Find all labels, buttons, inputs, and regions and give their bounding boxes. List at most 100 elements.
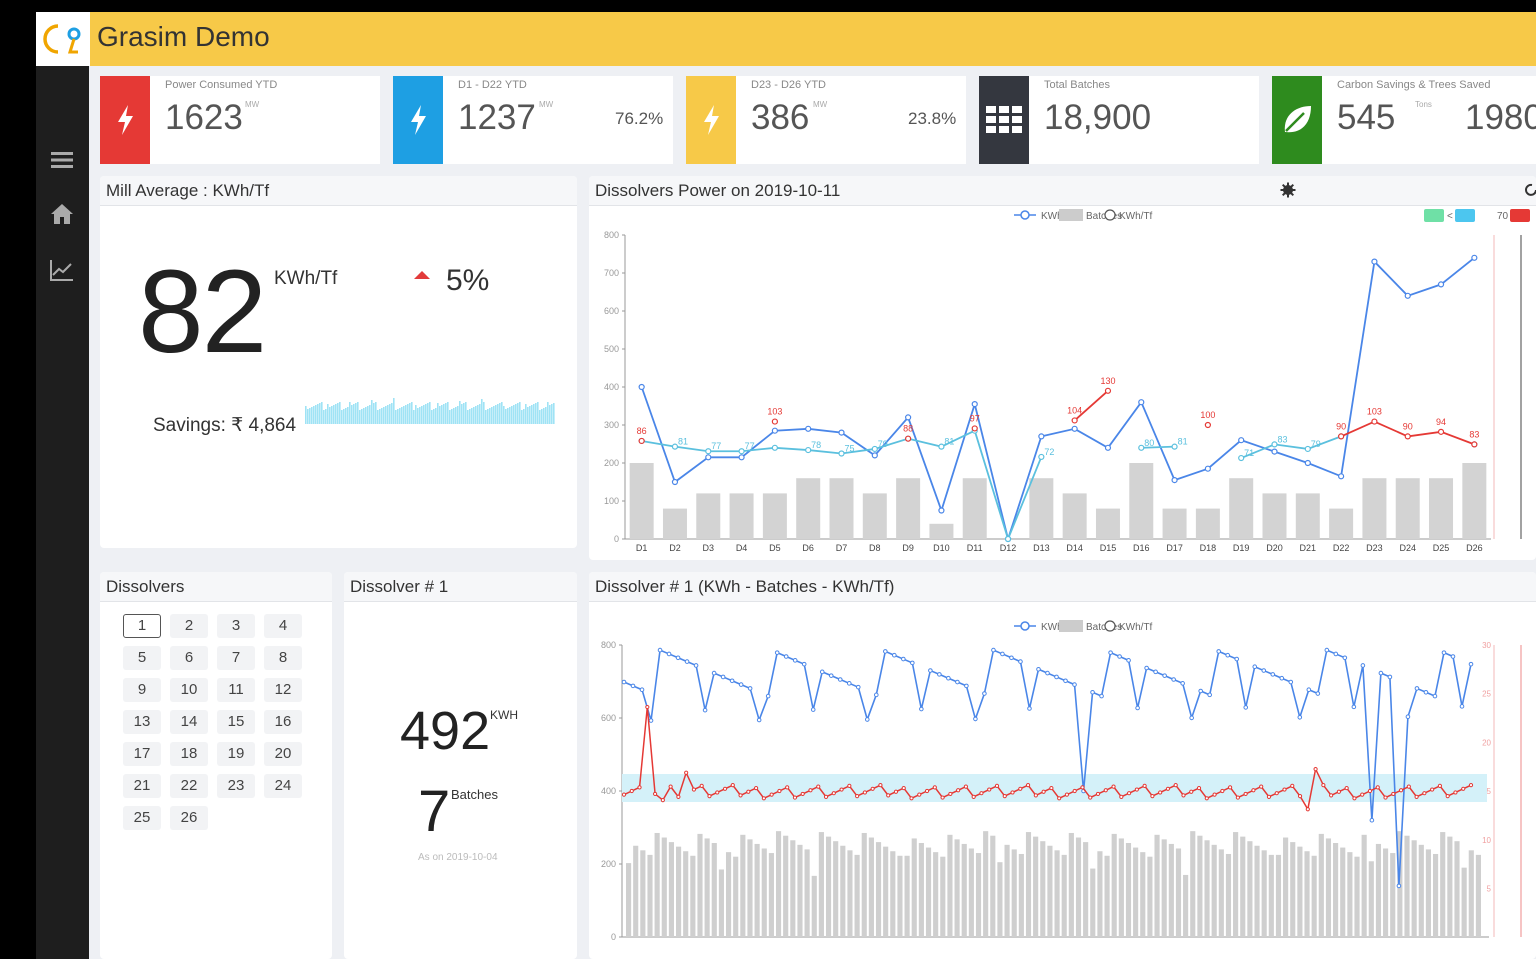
batch-bar <box>1268 854 1274 937</box>
dissolver-button-13[interactable]: 13 <box>123 710 161 734</box>
sparkline-bar <box>463 403 465 424</box>
kwh-point <box>1351 704 1357 710</box>
sparkline-bar <box>345 408 347 424</box>
batch-bar <box>733 856 739 937</box>
dissolver-button-22[interactable]: 22 <box>170 774 208 798</box>
kwhtf-point <box>1181 793 1186 798</box>
x-tick-label: D1 <box>636 543 648 553</box>
kpi-label: D23 - D26 YTD <box>751 79 826 91</box>
dissolver-button-9[interactable]: 9 <box>123 678 161 702</box>
dissolver-button-24[interactable]: 24 <box>264 774 302 798</box>
batch-bar <box>668 842 674 937</box>
kwh-point <box>738 454 745 461</box>
kwhtf-point <box>1329 793 1334 798</box>
sparkline-bar <box>361 409 363 424</box>
sparkline-bar <box>441 405 443 424</box>
kwhtf-point <box>1018 786 1023 791</box>
band-swatch-green <box>1424 209 1444 222</box>
x-tick-label: D25 <box>1433 543 1450 553</box>
batch-bar <box>904 855 910 937</box>
batch-bar <box>896 478 921 539</box>
dissolver-button-6[interactable]: 6 <box>170 646 208 670</box>
dissolver-button-26[interactable]: 26 <box>170 806 208 830</box>
app-window: Grasim Demo Power Consumed YTD 1623 MW D… <box>36 12 1536 959</box>
sparkline-bar <box>323 410 325 424</box>
dissolver-button-8[interactable]: 8 <box>264 646 302 670</box>
kwhtf-point <box>621 792 627 797</box>
settings-gear-icon[interactable] <box>1280 182 1296 198</box>
dissolver-button-11[interactable]: 11 <box>217 678 255 702</box>
dissolver-button-16[interactable]: 16 <box>264 710 302 734</box>
kwhtf-point <box>940 795 945 800</box>
home-icon[interactable] <box>48 200 76 228</box>
dissolver-button-4[interactable]: 4 <box>264 614 302 638</box>
refresh-icon[interactable] <box>1524 182 1536 198</box>
dissolver-button-21[interactable]: 21 <box>123 774 161 798</box>
hamburger-menu-icon[interactable] <box>48 146 76 174</box>
batch-bar <box>629 463 654 539</box>
dissolver-button-25[interactable]: 25 <box>123 806 161 830</box>
kwh-point <box>846 681 852 686</box>
dissolver-button-10[interactable]: 10 <box>170 678 208 702</box>
sparkline-bar <box>363 408 365 424</box>
batch-bar <box>1340 847 1346 937</box>
kwhtf-point <box>987 787 992 792</box>
kwh-point <box>729 678 735 684</box>
mill-average-value: 82 <box>138 246 267 378</box>
mill-average-unit: KWh/Tf <box>274 268 338 289</box>
batch-bar <box>1325 838 1332 937</box>
dissolver-button-7[interactable]: 7 <box>217 646 255 670</box>
dissolver-button-1[interactable]: 1 <box>123 614 161 638</box>
panel-header: Dissolver # 1 <box>344 572 577 602</box>
legend-label: Batches <box>1086 211 1122 222</box>
kwhtf-point <box>1064 792 1070 797</box>
x-tick-label: D5 <box>769 543 781 553</box>
y-tick-label: 800 <box>604 230 619 240</box>
batch-bar <box>1054 850 1060 937</box>
kwh-point <box>837 677 843 682</box>
dissolver-button-17[interactable]: 17 <box>123 742 161 766</box>
kwh-point <box>1261 668 1267 673</box>
batch-bar <box>1154 834 1160 937</box>
kwh-point <box>938 507 945 514</box>
kwh-point <box>1225 652 1231 658</box>
dissolver-kwh-unit: KWH <box>490 708 518 722</box>
kwh-point <box>1063 678 1068 684</box>
kwh-point <box>1271 448 1278 455</box>
sparkline-bar <box>489 408 491 424</box>
dissolver-button-2[interactable]: 2 <box>170 614 208 638</box>
batch-bar <box>626 863 632 937</box>
kwhtf-point <box>1212 792 1217 797</box>
x-tick-label: D8 <box>869 543 881 553</box>
batch-bar <box>1395 478 1420 539</box>
batch-bar <box>1368 861 1374 937</box>
kwhtf-data-label: 78 <box>811 440 821 450</box>
sparkline-bar <box>307 409 309 424</box>
kwhtf-point <box>924 788 930 794</box>
kpi-d23-d26: D23 - D26 YTD 386 MW 23.8% <box>686 76 966 164</box>
line-chart-icon[interactable] <box>48 256 76 284</box>
legend-marker <box>1020 621 1030 631</box>
kpi-percent: 76.2% <box>615 109 664 128</box>
dissolver-button-15[interactable]: 15 <box>217 710 255 734</box>
kwh-point <box>1396 883 1402 889</box>
kwh-point <box>1189 715 1194 721</box>
sparkline-bar <box>519 402 521 424</box>
dissolver-button-12[interactable]: 12 <box>264 678 302 702</box>
dissolver-button-5[interactable]: 5 <box>123 646 161 670</box>
dissolver-button-3[interactable]: 3 <box>217 614 255 638</box>
sparkline-bar <box>317 404 319 424</box>
dissolver-button-14[interactable]: 14 <box>170 710 208 734</box>
dissolver-button-20[interactable]: 20 <box>264 742 302 766</box>
dissolver-button-18[interactable]: 18 <box>170 742 208 766</box>
kwhtf-data-label: 72 <box>1044 447 1054 457</box>
dissolver-button-19[interactable]: 19 <box>217 742 255 766</box>
sparkline-bar <box>367 406 369 424</box>
app-logo[interactable] <box>36 12 90 66</box>
sparkline-bar <box>389 404 391 424</box>
kwhtf-point <box>800 791 805 797</box>
dissolver-button-23[interactable]: 23 <box>217 774 255 798</box>
kwh-point <box>982 691 987 696</box>
batch-bar <box>890 851 896 937</box>
kwh-point <box>1369 817 1375 823</box>
